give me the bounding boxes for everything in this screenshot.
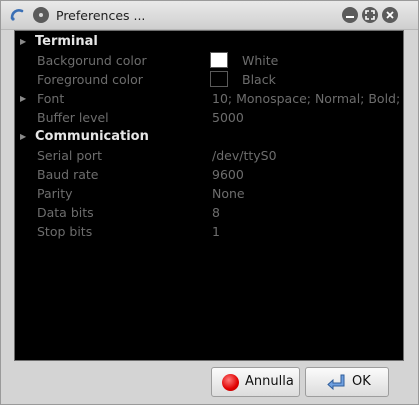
property-value: 5000 [212,110,244,125]
property-row-baud-rate[interactable]: Baud rate 9600 [15,165,403,184]
property-label: Stop bits [37,224,93,239]
property-value: /dev/ttyS0 [212,148,277,163]
terminal-app-icon [9,7,25,23]
group-communication[interactable]: ▶ Communication [15,127,403,146]
property-row-background-color[interactable]: Backgorund color White [15,51,403,70]
property-value: 10; Monospace; Normal; Bold; [212,91,401,106]
property-value: 1 [212,224,220,239]
property-value: 9600 [212,167,244,182]
cancel-button-label: Annulla [245,374,294,389]
property-value: White [242,53,279,68]
expander-arrow-icon[interactable]: ▶ [20,89,28,108]
dialog-button-bar: Annulla OK [1,360,418,405]
property-value: 8 [212,205,220,220]
property-label: Serial port [37,148,102,163]
property-row-data-bits[interactable]: Data bits 8 [15,203,403,222]
preferences-window: Preferences ... ▶ Terminal Backgorund co… [0,0,419,405]
ok-button-label: OK [352,374,371,389]
property-label: Baud rate [37,167,99,182]
property-label: Backgorund color [37,53,147,68]
expander-arrow-icon[interactable]: ▶ [20,32,28,51]
window-title: Preferences ... [56,8,146,23]
title-bar[interactable]: Preferences ... [1,1,418,30]
ok-button[interactable]: OK [305,367,389,397]
expander-arrow-icon[interactable]: ▶ [20,127,28,146]
property-row-stop-bits[interactable]: Stop bits 1 [15,222,403,241]
close-icon[interactable] [382,7,398,23]
minimize-icon[interactable] [342,7,358,23]
property-label: Foreground color [37,72,143,87]
property-label: Buffer level [37,110,109,125]
property-row-parity[interactable]: Parity None [15,184,403,203]
maximize-icon[interactable] [362,7,378,23]
property-label: Data bits [37,205,94,220]
cancel-button[interactable]: Annulla [211,367,300,397]
group-label: Communication [35,129,149,144]
property-label: Font [37,91,65,106]
property-tree[interactable]: ▶ Terminal Backgorund color White Foregr… [14,30,404,361]
cancel-icon [222,374,239,391]
property-row-foreground-color[interactable]: Foreground color Black [15,70,403,89]
group-terminal[interactable]: ▶ Terminal [15,32,403,51]
property-row-buffer-level[interactable]: Buffer level 5000 [15,108,403,127]
property-value: Black [242,72,276,87]
group-label: Terminal [35,34,98,49]
color-swatch-black[interactable] [210,71,228,87]
enter-arrow-icon [326,373,346,391]
property-row-serial-port[interactable]: Serial port /dev/ttyS0 [15,146,403,165]
property-label: Parity [37,186,73,201]
property-row-font[interactable]: ▶ Font 10; Monospace; Normal; Bold; [15,89,403,108]
window-menu-icon[interactable] [33,7,49,23]
color-swatch-white[interactable] [210,52,228,68]
property-value: None [212,186,245,201]
